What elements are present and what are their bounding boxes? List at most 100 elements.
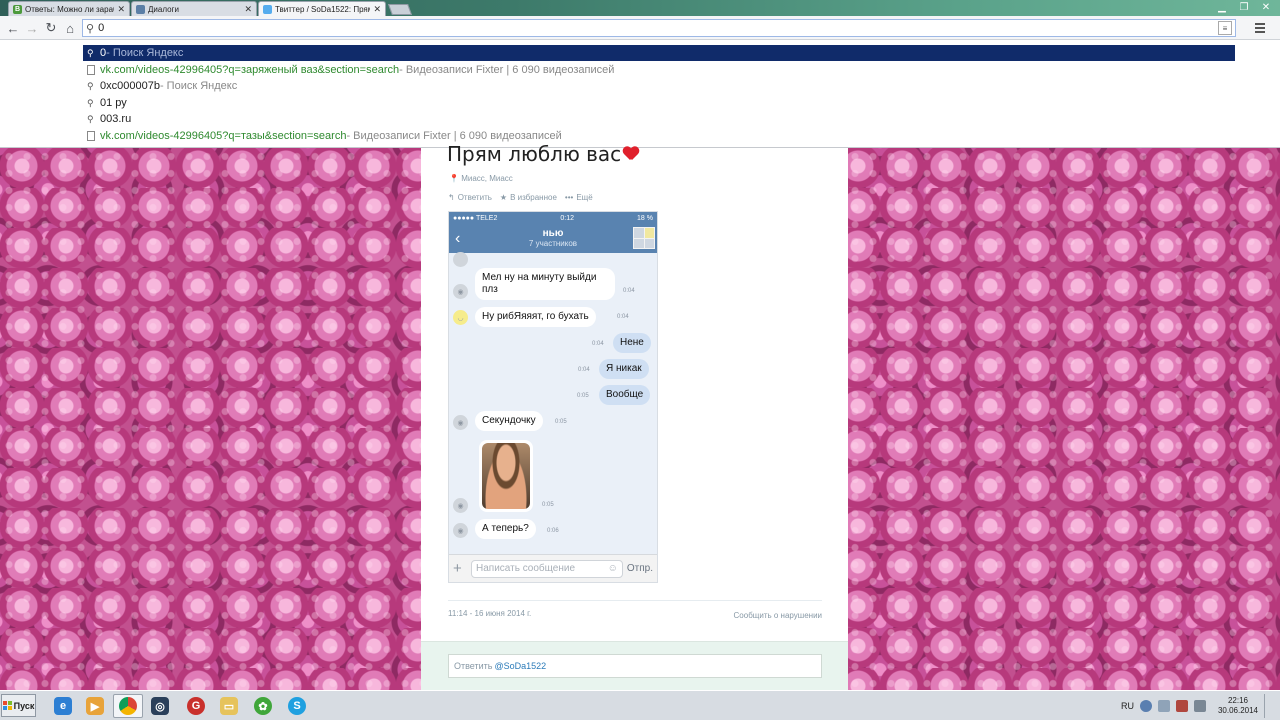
tweet-card: Прям люблю вас 📍 Миасс, Миасс ↰ Ответить …: [421, 142, 848, 690]
message-time: 0:04: [623, 288, 635, 294]
suggestion-description: - Видеозаписи Fixter | 6 090 видеозаписе…: [399, 64, 615, 76]
skype-icon[interactable]: S: [282, 694, 312, 718]
close-icon[interactable]: ✕: [244, 4, 252, 15]
message-time: 0:05: [577, 393, 589, 399]
search-icon: ⚲: [86, 22, 95, 35]
reply-area: Ответить @SoDa1522: [421, 641, 848, 690]
message-time: 0:05: [555, 419, 567, 425]
tweet-location[interactable]: 📍 Миасс, Миасс: [449, 174, 513, 183]
chat-message: Секундочку: [475, 411, 543, 431]
close-icon[interactable]: ✕: [117, 4, 125, 15]
menu-icon[interactable]: [1252, 20, 1268, 36]
back-arrow-icon[interactable]: ←: [4, 19, 22, 37]
icq-icon[interactable]: ✿: [248, 694, 278, 718]
chat-message: Нене: [613, 333, 651, 353]
forward-arrow-icon[interactable]: →: [23, 19, 41, 37]
reload-icon[interactable]: ↻: [42, 19, 60, 37]
close-window-icon[interactable]: ✕: [1256, 0, 1276, 14]
favorite-button[interactable]: ★ В избранное: [500, 193, 557, 202]
start-button[interactable]: Пуск: [1, 694, 36, 717]
page-action-icon[interactable]: ≡: [1218, 21, 1232, 35]
tweet-image-chat-screenshot[interactable]: ●●●●● TELE2 0:12 18 % ‹ нью 7 участников…: [448, 211, 658, 583]
tab-dialogs[interactable]: Диалоги ✕: [131, 1, 257, 16]
search-icon: ⚲: [87, 97, 94, 108]
suggestion-item[interactable]: ⚲ 0 - Поиск Яндекс: [83, 45, 1235, 61]
carrier-label: ●●●●● TELE2: [453, 214, 498, 222]
star-icon: ★: [499, 193, 508, 202]
chrome-icon[interactable]: [113, 694, 143, 718]
address-bar[interactable]: ⚲ 0 ≡: [82, 19, 1236, 37]
restore-icon[interactable]: ❐: [1234, 0, 1254, 14]
flag-icon[interactable]: [1175, 700, 1188, 712]
new-tab-button[interactable]: [387, 4, 413, 15]
browser-tab-strip: В Ответы: Можно ли зарабо ✕ Диалоги ✕ Тв…: [0, 0, 1280, 16]
suggestion-text: 01 ру: [100, 97, 127, 109]
suggestion-item[interactable]: vk.com/videos-42996405?q=тазы&section=se…: [83, 128, 1235, 144]
plus-icon: +: [453, 560, 462, 577]
network-icon[interactable]: [1157, 700, 1170, 712]
reply-input[interactable]: Ответить @SoDa1522: [448, 654, 822, 678]
chat-message: А теперь?: [475, 519, 536, 539]
chat-message: Ну рибЯяяят, го бухать: [475, 307, 596, 327]
chat-message: Мел ну на минуту выйди плз: [475, 268, 615, 300]
suggestion-item[interactable]: vk.com/videos-42996405?q=заряженый ваз&s…: [83, 62, 1235, 78]
suggestion-text: 003.ru: [100, 113, 132, 125]
suggestion-description: - Поиск Яндекс: [106, 47, 184, 59]
tweet-timestamp[interactable]: 11:14 - 16 июня 2014 г.: [448, 609, 531, 618]
help-icon[interactable]: [1139, 700, 1152, 712]
message-time: 0:04: [617, 314, 629, 320]
suggestion-item[interactable]: ⚲ 003.ru: [83, 111, 1235, 127]
address-bar-text: 0: [98, 22, 105, 34]
battery-level: 18 %: [637, 214, 653, 222]
explorer-folder-icon[interactable]: ▭: [214, 694, 244, 718]
twitter-bird-icon: [263, 4, 272, 14]
steam-icon[interactable]: ◎: [145, 694, 175, 718]
search-icon: ⚲: [87, 113, 94, 124]
tab-title: Ответы: Можно ли зарабо: [25, 4, 115, 14]
clock-time: 22:16: [1227, 696, 1248, 705]
tab-answers[interactable]: В Ответы: Можно ли зарабо ✕: [8, 1, 130, 16]
camera-icon: ◉: [453, 415, 468, 430]
browser-toolbar: ← → ↻ ⌂ ⚲ 0 ≡: [0, 16, 1280, 40]
more-button[interactable]: ••• Ещё: [565, 193, 593, 202]
smiley-icon: ☺: [607, 563, 618, 574]
suggestion-item[interactable]: ⚲ 01 ру: [83, 95, 1235, 111]
suggestion-url: vk.com/videos-42996405?q=тазы&section=se…: [100, 130, 347, 142]
tab-twitter[interactable]: Твиттер / SoDa1522: Прям ✕: [258, 1, 386, 16]
message-time: 0:04: [578, 367, 590, 373]
suggestion-description: - Поиск Яндекс: [159, 80, 238, 92]
divider: [448, 600, 822, 601]
windows-logo-icon: [2, 701, 12, 710]
internet-explorer-icon[interactable]: e: [48, 694, 78, 718]
message-time: 0:05: [542, 502, 554, 508]
report-link[interactable]: Сообщить о нарушении: [734, 611, 822, 620]
camera-icon: ◉: [453, 523, 468, 538]
window-controls: ▁ ❐ ✕: [1212, 0, 1276, 14]
send-button: Отпр.: [626, 563, 653, 574]
clock[interactable]: 22:16 30.06.2014: [1218, 696, 1258, 716]
vk-icon: В: [13, 4, 22, 14]
vk-icon: [136, 4, 145, 14]
message-input: Написать сообщение ☺: [471, 559, 623, 578]
chat-title: нью: [542, 228, 564, 239]
language-indicator[interactable]: RU: [1121, 701, 1134, 711]
avatar: [453, 252, 468, 267]
reply-button[interactable]: ↰ Ответить: [448, 193, 492, 202]
suggestion-url: vk.com/videos-42996405?q=заряженый ваз&s…: [100, 64, 400, 76]
suggestion-item[interactable]: ⚲ 0xc000007b - Поиск Яндекс: [83, 78, 1235, 94]
windows-taskbar: Пуск e ▶ ◎ G ▭ ✿ S RU 22:16 30.06.2014: [0, 690, 1280, 720]
game-app-icon[interactable]: G: [181, 694, 211, 718]
suggestion-text: 0xc000007b: [100, 80, 160, 92]
system-tray: RU 22:16 30.06.2014: [1121, 691, 1280, 720]
show-desktop-button[interactable]: [1264, 694, 1272, 718]
reply-icon: ↰: [448, 193, 455, 202]
home-icon[interactable]: ⌂: [61, 19, 79, 37]
omnibox-suggestions: ⚲ 0 - Поиск Яндекс vk.com/videos-4299640…: [0, 40, 1280, 148]
chat-header: ‹ нью 7 участников: [449, 224, 657, 253]
minimize-icon[interactable]: ▁: [1212, 0, 1232, 14]
chat-message: Я никак: [599, 359, 649, 379]
tweet-text: Прям люблю вас: [447, 142, 639, 166]
close-icon[interactable]: ✕: [373, 4, 381, 15]
volume-icon[interactable]: [1193, 700, 1206, 712]
media-player-icon[interactable]: ▶: [80, 694, 110, 718]
